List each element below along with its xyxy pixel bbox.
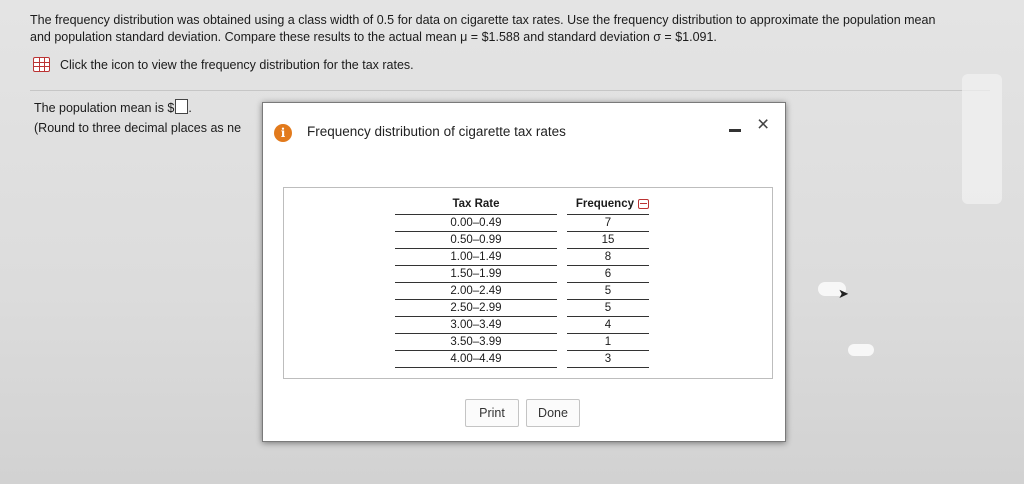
frequency-cell: 1 xyxy=(567,333,649,351)
frequency-table: Tax Rate Frequency 0.00–0.49 7 0.50–0.99 15… xyxy=(395,194,649,368)
dialog-title: Frequency distribution of cigarette tax … xyxy=(307,124,566,139)
answer-prompt: The population mean is $ xyxy=(34,101,175,115)
view-frequency-link[interactable]: Click the icon to view the frequency dis… xyxy=(33,57,414,72)
tax-rate-cell: 4.00–4.49 xyxy=(395,350,557,368)
tax-rate-cell: 3.50–3.99 xyxy=(395,333,557,351)
close-icon[interactable]: × xyxy=(757,114,769,136)
mouse-cursor-icon: ➤ xyxy=(838,286,849,301)
frequency-cell: 15 xyxy=(567,231,649,249)
tax-rate-cell: 1.00–1.49 xyxy=(395,248,557,266)
question-line-2: and population standard deviation. Compa… xyxy=(30,30,717,44)
frequency-cell: 4 xyxy=(567,316,649,334)
table-icon[interactable] xyxy=(33,57,50,72)
table-body: 0.00–0.49 7 0.50–0.99 15 1.00–1.49 8 1.50–1.99… xyxy=(395,214,649,368)
tax-rate-cell: 1.50–1.99 xyxy=(395,265,557,283)
dialog-header: i Frequency distribution of cigarette ta… xyxy=(263,103,785,161)
frequency-cell: 5 xyxy=(567,282,649,300)
frequency-cell: 6 xyxy=(567,265,649,283)
table-row: 2.50–2.99 5 xyxy=(395,299,649,317)
table-frame: Tax Rate Frequency 0.00–0.49 7 0.50–0.99 15… xyxy=(283,187,773,379)
column-header-tax-rate: Tax Rate xyxy=(452,198,500,210)
table-row: 3.00–3.49 4 xyxy=(395,316,649,334)
copy-table-icon[interactable] xyxy=(638,199,649,209)
answer-period: . xyxy=(188,101,192,115)
glare-highlight xyxy=(962,74,1002,204)
rounding-note: (Round to three decimal places as ne xyxy=(34,121,242,135)
column-header-frequency: Frequency xyxy=(567,194,649,215)
table-row: 1.50–1.99 6 xyxy=(395,265,649,283)
divider xyxy=(30,90,990,91)
answer-line: The population mean is $. xyxy=(34,98,241,118)
frequency-distribution-dialog: i Frequency distribution of cigarette ta… xyxy=(262,102,786,442)
tax-rate-cell: 2.00–2.49 xyxy=(395,282,557,300)
minimize-icon[interactable] xyxy=(729,129,741,132)
info-icon: i xyxy=(274,124,292,142)
table-row: 0.00–0.49 7 xyxy=(395,214,649,232)
question-text: The frequency distribution was obtained … xyxy=(30,12,1010,46)
print-button[interactable]: Print xyxy=(465,399,519,427)
frequency-cell: 8 xyxy=(567,248,649,266)
tax-rate-cell: 3.00–3.49 xyxy=(395,316,557,334)
question-line-1: The frequency distribution was obtained … xyxy=(30,13,936,27)
table-row: 0.50–0.99 15 xyxy=(395,231,649,249)
mean-answer-input[interactable] xyxy=(175,99,189,114)
frequency-cell: 7 xyxy=(567,214,649,232)
icon-link-label: Click the icon to view the frequency dis… xyxy=(60,57,414,72)
table-row: 3.50–3.99 1 xyxy=(395,333,649,351)
tax-rate-cell: 0.00–0.49 xyxy=(395,214,557,232)
frequency-cell: 3 xyxy=(567,350,649,368)
table-row: 4.00–4.49 3 xyxy=(395,350,649,368)
tax-rate-cell: 2.50–2.99 xyxy=(395,299,557,317)
done-button[interactable]: Done xyxy=(526,399,580,427)
table-header-row: Tax Rate Frequency xyxy=(395,194,649,215)
table-row: 1.00–1.49 8 xyxy=(395,248,649,266)
table-row: 2.00–2.49 5 xyxy=(395,282,649,300)
page: The frequency distribution was obtained … xyxy=(0,0,1024,484)
glare-spot xyxy=(848,344,874,356)
frequency-cell: 5 xyxy=(567,299,649,317)
answer-section: The population mean is $. (Round to thre… xyxy=(34,98,241,138)
tax-rate-cell: 0.50–0.99 xyxy=(395,231,557,249)
